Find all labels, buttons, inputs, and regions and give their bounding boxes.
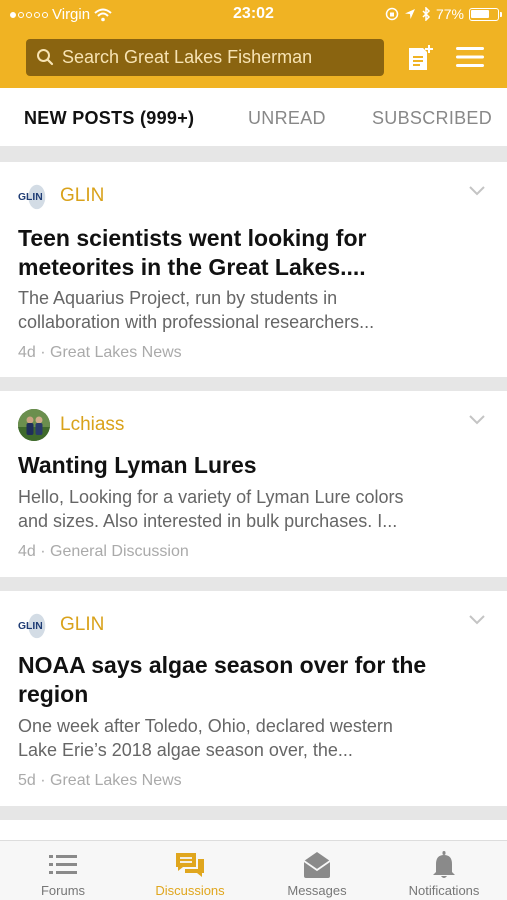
post-card[interactable]: Lchiass Wanting Lyman Lures Hello, Looki… <box>0 391 507 577</box>
tab-unread[interactable]: UNREAD <box>248 108 326 129</box>
post-forum[interactable]: Great Lakes News <box>50 772 182 789</box>
post-excerpt-line: and sizes. Also interested in bulk purch… <box>18 511 398 531</box>
search-input[interactable]: Search Great Lakes Fisherman <box>26 39 384 76</box>
post-title-line: Wanting Lyman Lures <box>18 452 257 478</box>
status-bar: Virgin 23:02 77% <box>0 0 507 30</box>
post-excerpt: One week after Toledo, Ohio, declared we… <box>18 714 487 762</box>
post-age: 4d <box>18 344 36 361</box>
post-meta: 4d · General Discussion <box>18 543 189 561</box>
tabbar-label: Forums <box>40 883 86 898</box>
post-excerpt-line: One week after Toledo, Ohio, declared we… <box>18 716 393 736</box>
tab-new-posts[interactable]: NEW POSTS (999+) <box>24 108 194 129</box>
tabbar-forums[interactable]: Forums <box>0 841 126 900</box>
battery-percent: 77% <box>435 6 464 22</box>
post-author[interactable]: Lchiass <box>60 414 124 436</box>
app-header: Virgin 23:02 77% Search Great Lakes Fish… <box>0 0 507 88</box>
post-excerpt-line: Hello, Looking for a variety of Lyman Lu… <box>18 487 404 507</box>
post-title-line: region <box>18 681 89 707</box>
post-card[interactable]: GLIN GLIN Teen scientists went looking f… <box>0 162 507 377</box>
envelope-icon <box>303 852 331 878</box>
post-title[interactable]: Wanting Lyman Lures <box>18 451 487 480</box>
post-forum[interactable]: General Discussion <box>50 543 189 560</box>
post-card-partial[interactable] <box>0 820 507 840</box>
svg-text:GLIN: GLIN <box>18 621 43 632</box>
bell-icon <box>433 851 455 878</box>
tabbar-label: Notifications <box>408 883 480 898</box>
post-author-row: GLIN GLIN <box>18 180 104 212</box>
post-author-row: Lchiass <box>18 409 124 441</box>
post-excerpt-line: collaboration with professional research… <box>18 312 375 332</box>
post-excerpt: The Aquarius Project, run by students in… <box>18 286 487 334</box>
svg-text:GLIN: GLIN <box>18 192 43 203</box>
location-icon <box>404 9 415 19</box>
post-meta: 5d · Great Lakes News <box>18 772 182 790</box>
list-icon <box>49 855 77 874</box>
post-card[interactable]: GLIN GLIN NOAA says algae season over fo… <box>0 591 507 806</box>
post-title-line: meteorites in the Great Lakes.... <box>18 254 366 280</box>
tabbar-discussions[interactable]: Discussions <box>127 841 253 900</box>
chat-bubbles-icon <box>176 853 204 877</box>
post-forum[interactable]: Great Lakes News <box>50 344 182 361</box>
search-icon <box>37 49 54 66</box>
battery-icon <box>469 7 502 21</box>
tabbar-label: Messages <box>287 883 347 898</box>
bottom-tab-bar: Forums Discussions Messages Notification… <box>0 840 507 900</box>
bluetooth-icon <box>422 7 431 21</box>
post-author[interactable]: GLIN <box>60 614 104 636</box>
compose-icon[interactable] <box>407 44 433 72</box>
chevron-down-icon[interactable] <box>469 415 485 425</box>
user-avatar[interactable] <box>18 409 50 441</box>
post-title-line: NOAA says algae season over for the <box>18 652 427 678</box>
post-meta: 4d · Great Lakes News <box>18 344 182 362</box>
tabbar-notifications[interactable]: Notifications <box>381 841 507 900</box>
post-age: 5d <box>18 772 36 789</box>
meta-separator: · <box>40 344 46 361</box>
hamburger-menu-icon[interactable] <box>456 46 484 68</box>
tabbar-messages[interactable]: Messages <box>254 841 380 900</box>
glin-logo-avatar[interactable]: GLIN <box>18 180 50 212</box>
post-author-row: GLIN GLIN <box>18 609 104 641</box>
rotation-lock-icon <box>385 7 399 21</box>
post-title[interactable]: Teen scientists went looking for meteori… <box>18 224 487 282</box>
tab-subscribed[interactable]: SUBSCRIBED <box>372 108 492 129</box>
post-filter-tabs: NEW POSTS (999+) UNREAD SUBSCRIBED <box>0 88 507 146</box>
post-author[interactable]: GLIN <box>60 185 104 207</box>
post-age: 4d <box>18 543 36 560</box>
meta-separator: · <box>40 772 46 789</box>
post-excerpt: Hello, Looking for a variety of Lyman Lu… <box>18 485 487 533</box>
post-title-line: Teen scientists went looking for <box>18 225 367 251</box>
glin-logo-avatar[interactable]: GLIN <box>18 609 50 641</box>
chevron-down-icon[interactable] <box>469 615 485 625</box>
meta-separator: · <box>40 543 46 560</box>
tabbar-label: Discussions <box>155 883 225 898</box>
post-excerpt-line: The Aquarius Project, run by students in <box>18 288 338 308</box>
post-title[interactable]: NOAA says algae season over for the regi… <box>18 651 487 709</box>
chevron-down-icon[interactable] <box>469 186 485 196</box>
status-indicators: 77% <box>385 6 502 22</box>
post-excerpt-line: Lake Erie’s 2018 algae season over, the.… <box>18 740 353 760</box>
search-placeholder: Search Great Lakes Fisherman <box>62 47 313 67</box>
